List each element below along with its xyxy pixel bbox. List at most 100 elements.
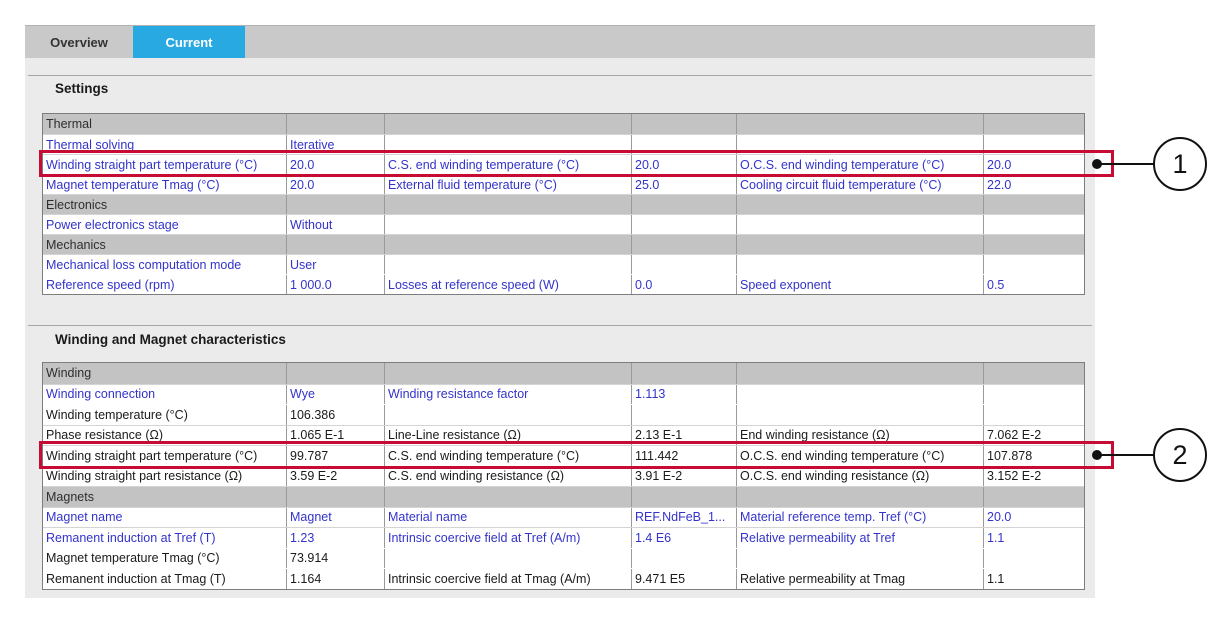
- section-label: [736, 235, 983, 254]
- param-label: External fluid temperature (°C): [384, 175, 631, 194]
- param-value: 99.787: [286, 446, 384, 466]
- param-value: 111.442: [631, 446, 736, 466]
- param-label: Winding connection: [43, 385, 286, 405]
- callout-circle-1: 1: [1153, 137, 1207, 191]
- table-row: Remanent induction at Tref (T)1.23Intrin…: [43, 527, 1084, 548]
- param-value[interactable]: 1.1: [983, 528, 1084, 548]
- param-value[interactable]: 0.5: [983, 275, 1084, 294]
- section-label: [286, 487, 384, 507]
- param-label: [384, 549, 631, 569]
- section-row: Winding: [43, 363, 1084, 384]
- param-value[interactable]: 1.23: [286, 528, 384, 548]
- section-label: [983, 363, 1084, 384]
- param-value[interactable]: 20.0: [286, 175, 384, 194]
- section-label: [983, 235, 1084, 254]
- param-label: Cooling circuit fluid temperature (°C): [736, 175, 983, 194]
- param-label: Winding temperature (°C): [43, 405, 286, 425]
- table-row: Winding straight part temperature (°C)20…: [43, 154, 1084, 174]
- param-label: Winding straight part temperature (°C): [43, 446, 286, 466]
- param-value[interactable]: 0.0: [631, 275, 736, 294]
- param-value[interactable]: 1 000.0: [286, 275, 384, 294]
- separator-line-middle: [28, 325, 1092, 326]
- param-value[interactable]: User: [286, 255, 384, 274]
- section-label: [736, 195, 983, 214]
- table-row: Power electronics stageWithout: [43, 214, 1084, 234]
- param-value[interactable]: 1.4 E6: [631, 528, 736, 548]
- param-label: Magnet temperature Tmag (°C): [43, 175, 286, 194]
- param-value: [983, 385, 1084, 405]
- param-value[interactable]: REF.NdFeB_1...: [631, 508, 736, 528]
- param-label: O.C.S. end winding resistance (Ω): [736, 467, 983, 487]
- section-label: Mechanics: [43, 235, 286, 254]
- param-value: 9.471 E5: [631, 569, 736, 589]
- param-value[interactable]: 1.113: [631, 385, 736, 405]
- section-label: [631, 363, 736, 384]
- section-label: [286, 363, 384, 384]
- section-label: [384, 235, 631, 254]
- table-row: Remanent induction at Tmag (T)1.164Intri…: [43, 568, 1084, 589]
- param-label: [384, 135, 631, 154]
- param-label: C.S. end winding temperature (°C): [384, 446, 631, 466]
- param-label: Material reference temp. Tref (°C): [736, 508, 983, 528]
- section-label: [736, 363, 983, 384]
- section-label: [736, 114, 983, 134]
- param-value[interactable]: Magnet: [286, 508, 384, 528]
- param-label: Relative permeability at Tmag: [736, 569, 983, 589]
- param-label: Winding resistance factor: [384, 385, 631, 405]
- section-label: [983, 487, 1084, 507]
- param-value[interactable]: 20.0: [983, 155, 1084, 174]
- section-label: [631, 114, 736, 134]
- param-value[interactable]: 25.0: [631, 175, 736, 194]
- param-label: C.S. end winding temperature (°C): [384, 155, 631, 174]
- param-label: [736, 385, 983, 405]
- param-label: Material name: [384, 508, 631, 528]
- param-value: 1.1: [983, 569, 1084, 589]
- section-label: [384, 114, 631, 134]
- param-value: [983, 549, 1084, 569]
- param-label: [736, 405, 983, 425]
- section-label: [631, 487, 736, 507]
- param-label: End winding resistance (Ω): [736, 426, 983, 446]
- settings-heading: Settings: [55, 81, 108, 96]
- param-value: 106.386: [286, 405, 384, 425]
- param-value[interactable]: 22.0: [983, 175, 1084, 194]
- section-label: Electronics: [43, 195, 286, 214]
- param-label: Mechanical loss computation mode: [43, 255, 286, 274]
- section-label: [286, 235, 384, 254]
- param-label: [736, 255, 983, 274]
- param-value[interactable]: Iterative: [286, 135, 384, 154]
- settings-table: ThermalThermal solvingIterativeWinding s…: [42, 113, 1085, 295]
- param-label: Reference speed (rpm): [43, 275, 286, 294]
- table-row: Mechanical loss computation modeUser: [43, 254, 1084, 274]
- section-row: Thermal: [43, 114, 1084, 134]
- table-row: Winding connectionWyeWinding resistance …: [43, 384, 1084, 405]
- tab-current[interactable]: Current: [133, 26, 245, 58]
- param-value[interactable]: Without: [286, 215, 384, 234]
- table-row: Magnet temperature Tmag (°C)73.914: [43, 548, 1084, 569]
- section-row: Electronics: [43, 194, 1084, 214]
- param-value: 3.59 E-2: [286, 467, 384, 487]
- param-value[interactable]: Wye: [286, 385, 384, 405]
- param-value: 3.91 E-2: [631, 467, 736, 487]
- param-value: 73.914: [286, 549, 384, 569]
- param-label: Remanent induction at Tmag (T): [43, 569, 286, 589]
- param-value[interactable]: 20.0: [983, 508, 1084, 528]
- results-panel: Overview Current Settings ThermalThermal…: [25, 25, 1095, 598]
- section-label: [286, 195, 384, 214]
- param-label: [384, 215, 631, 234]
- section-label: [384, 363, 631, 384]
- separator-line-top: [28, 75, 1092, 76]
- param-label: [384, 405, 631, 425]
- param-value[interactable]: 20.0: [631, 155, 736, 174]
- callout-circle-2: 2: [1153, 428, 1207, 482]
- tab-overview[interactable]: Overview: [25, 26, 133, 58]
- param-value: 107.878: [983, 446, 1084, 466]
- param-value[interactable]: 20.0: [286, 155, 384, 174]
- section-label: Thermal: [43, 114, 286, 134]
- param-value: [983, 215, 1084, 234]
- winding-magnet-table: WindingWinding connectionWyeWinding resi…: [42, 362, 1085, 590]
- section-row: Mechanics: [43, 234, 1084, 254]
- param-label: [736, 215, 983, 234]
- param-label: Power electronics stage: [43, 215, 286, 234]
- section-label: [384, 487, 631, 507]
